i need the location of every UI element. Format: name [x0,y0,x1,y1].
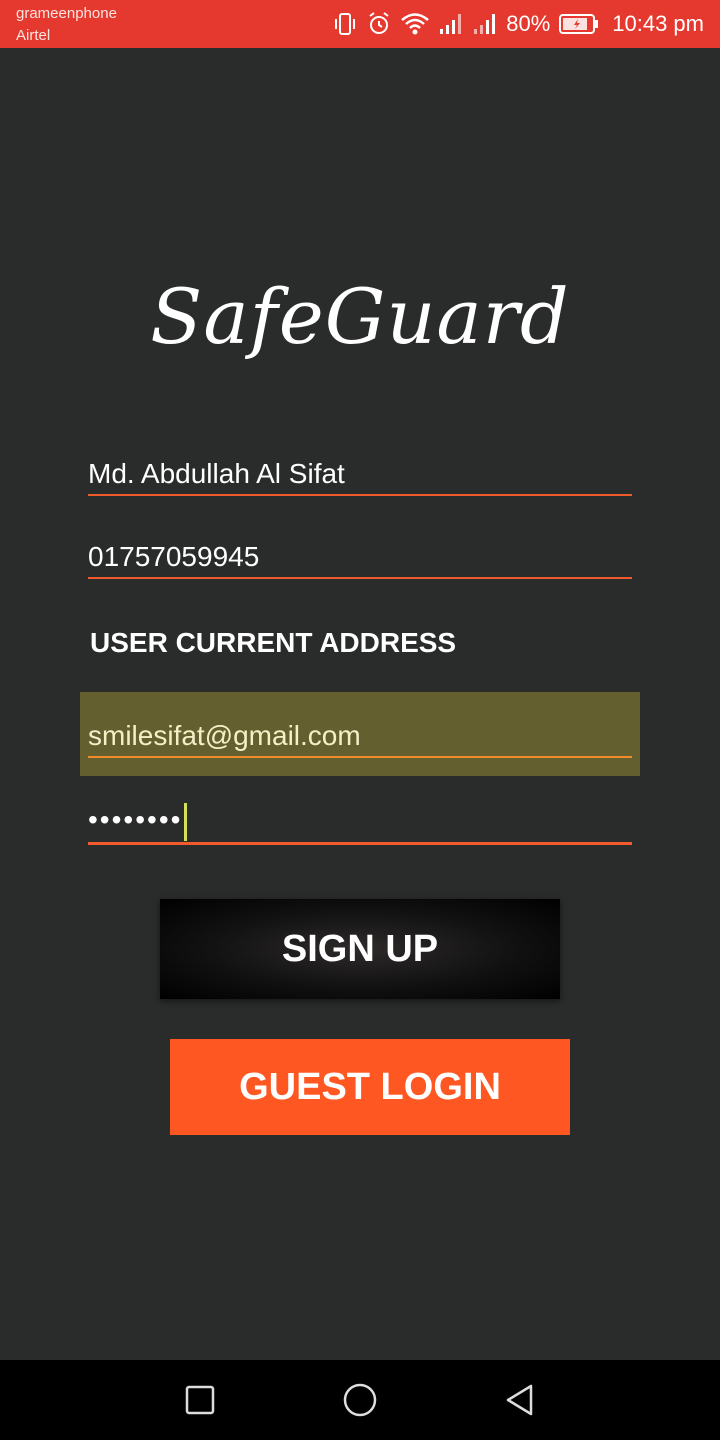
password-value: •••••••• [88,804,183,835]
password-input[interactable]: •••••••• [88,802,632,845]
text-cursor [184,802,188,841]
signal-icon [472,11,498,37]
app-logo: SafeGuard [150,272,570,361]
phone-input[interactable]: 01757059945 [88,539,632,579]
wifi-icon [400,11,430,37]
home-icon[interactable] [340,1380,380,1420]
signal-icon [438,11,464,37]
clock: 10:43 pm [612,11,704,36]
battery-percent: 80% [506,11,551,36]
carrier-secondary: Airtel [16,27,51,44]
guest-login-button[interactable]: GUEST LOGIN [170,1039,570,1135]
status-bar: grameenphone Airtel 80% 10:43 pm [0,0,720,48]
status-icons: 80% 10:43 pm [332,8,704,40]
address-label[interactable]: USER CURRENT ADDRESS [90,627,456,659]
email-input[interactable]: smilesifat@gmail.com [88,718,632,758]
vibrate-icon [332,11,358,37]
alarm-icon [366,11,392,37]
carrier-primary: grameenphone [16,5,117,22]
battery-icon [558,12,600,36]
back-icon[interactable] [500,1380,540,1420]
name-input[interactable]: Md. Abdullah Al Sifat [88,456,632,496]
navigation-bar [0,1360,720,1440]
recent-apps-icon[interactable] [180,1380,220,1420]
sign-up-button[interactable]: SIGN UP [160,899,560,999]
